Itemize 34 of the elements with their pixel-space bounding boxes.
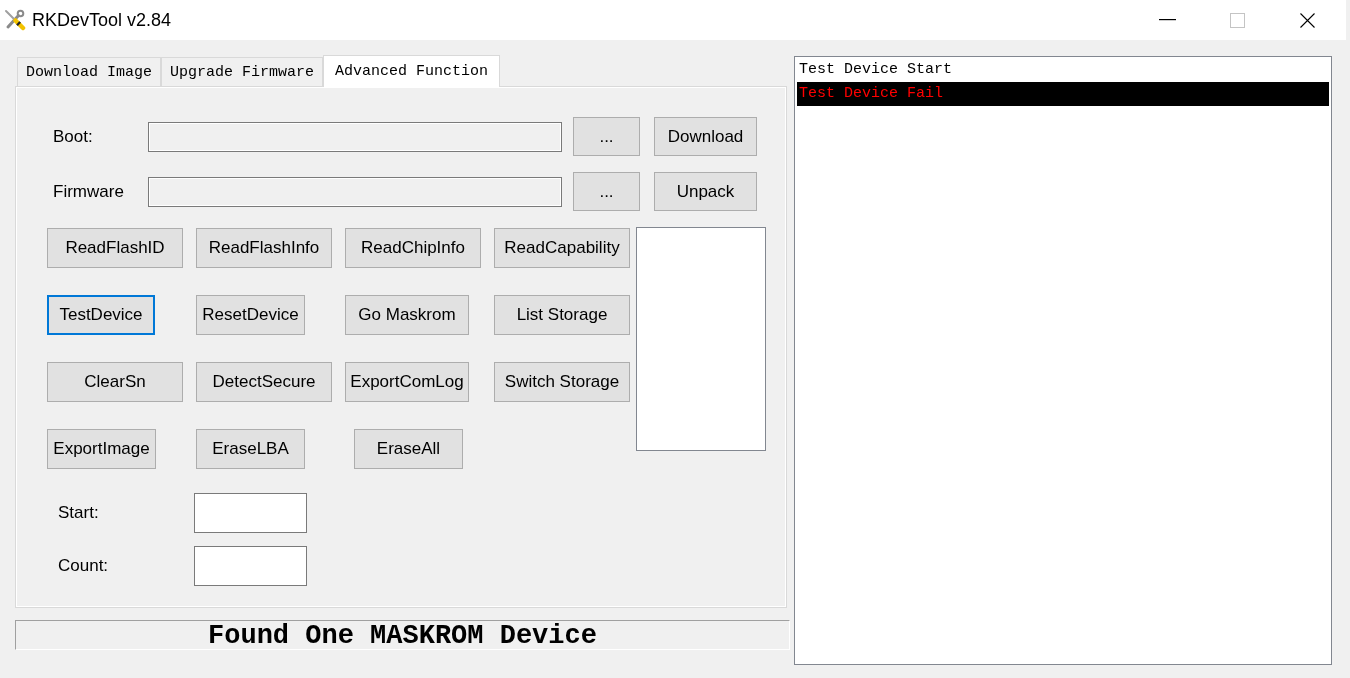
function-button[interactable]: Go Maskrom	[345, 295, 469, 335]
browse-button[interactable]: ...	[573, 117, 640, 156]
function-button[interactable]: DetectSecure	[196, 362, 332, 402]
window-title: RKDevTool v2.84	[32, 9, 172, 31]
function-button[interactable]: TestDevice	[47, 295, 155, 335]
function-button[interactable]: ResetDevice	[196, 295, 305, 335]
text-field[interactable]	[194, 546, 307, 586]
function-button[interactable]: ClearSn	[47, 362, 183, 402]
function-button[interactable]: ReadChipInfo	[345, 228, 481, 268]
field-label: Boot:	[53, 126, 94, 147]
function-button[interactable]: ReadFlashID	[47, 228, 183, 268]
tab[interactable]: Download Image	[17, 57, 162, 86]
function-button[interactable]: List Storage	[494, 295, 630, 335]
function-button[interactable]: EraseLBA	[196, 429, 305, 469]
tab[interactable]: Upgrade Firmware	[161, 57, 324, 86]
function-button[interactable]: EraseAll	[354, 429, 463, 469]
function-button[interactable]: Switch Storage	[494, 362, 630, 402]
action-button[interactable]: Unpack	[654, 172, 757, 211]
function-button[interactable]: ReadCapability	[494, 228, 630, 268]
text-field[interactable]	[194, 493, 307, 533]
text-field[interactable]	[148, 121, 562, 152]
function-button[interactable]: ReadFlashInfo	[196, 228, 332, 268]
field-label: Count:	[58, 556, 110, 576]
tools-icon	[4, 9, 26, 31]
action-button[interactable]: Download	[654, 117, 757, 156]
function-button[interactable]: ExportComLog	[345, 362, 469, 402]
list-box[interactable]	[636, 227, 766, 451]
field-label: Firmware	[53, 181, 125, 202]
text-field[interactable]	[148, 176, 562, 207]
status-bar: Found One MASKROM Device	[15, 620, 790, 650]
browse-button[interactable]: ...	[573, 172, 640, 211]
field-label: Start:	[58, 503, 100, 523]
function-button[interactable]: ExportImage	[47, 429, 156, 469]
tab[interactable]: Advanced Function	[323, 55, 501, 87]
